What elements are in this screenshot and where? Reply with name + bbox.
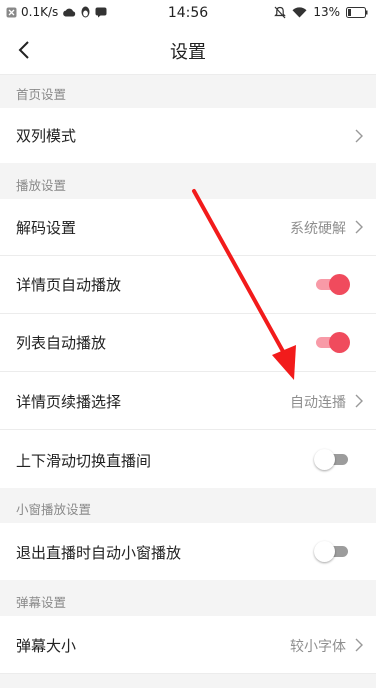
- row-label: 退出直播时自动小窗播放: [16, 544, 182, 562]
- row-detail-continue[interactable]: 详情页续播选择 自动连播: [0, 372, 376, 429]
- row-label: 详情页续播选择: [16, 393, 122, 411]
- chevron-right-icon: [355, 394, 363, 408]
- row-label: 上下滑动切换直播间: [16, 452, 152, 470]
- chevron-right-icon: [355, 129, 363, 143]
- page-title: 设置: [170, 42, 206, 63]
- mute-icon: [274, 6, 287, 19]
- exit-mini-toggle[interactable]: [314, 541, 350, 562]
- section-header-mini-window: 小窗播放设置: [0, 490, 376, 523]
- section-title: 小窗播放设置: [16, 502, 92, 517]
- row-swipe-switch: 上下滑动切换直播间: [0, 430, 376, 488]
- row-value: 自动连播: [290, 395, 346, 411]
- row-decode[interactable]: 解码设置 系统硬解: [0, 199, 376, 255]
- section-title: 播放设置: [16, 178, 67, 193]
- chevron-right-icon: [355, 638, 363, 652]
- battery-percent: 13%: [313, 5, 340, 19]
- detail-autoplay-toggle[interactable]: [314, 274, 350, 295]
- row-label: 双列模式: [16, 127, 77, 145]
- row-danmaku-size[interactable]: 弹幕大小 较小字体: [0, 616, 376, 673]
- row-value: 系统硬解: [290, 221, 346, 237]
- row-exit-mini: 退出直播时自动小窗播放: [0, 523, 376, 580]
- section-header-playback: 播放设置: [0, 166, 376, 199]
- row-detail-autoplay: 详情页自动播放: [0, 256, 376, 313]
- section-header-danmaku: 弹幕设置: [0, 583, 376, 616]
- row-label: 弹幕大小: [16, 637, 77, 655]
- nav-bar: 设置: [0, 26, 376, 75]
- row-list-autoplay: 列表自动播放: [0, 314, 376, 371]
- section-title: 弹幕设置: [16, 595, 67, 610]
- row-label: 详情页自动播放: [16, 276, 122, 294]
- row-label: 列表自动播放: [16, 334, 107, 352]
- wifi-icon: [292, 6, 307, 18]
- list-autoplay-toggle[interactable]: [314, 332, 350, 353]
- battery-icon: [346, 6, 368, 18]
- row-label: 解码设置: [16, 219, 77, 237]
- status-bar: 0.1K/s 14:56 13%: [0, 0, 376, 26]
- section-title: 首页设置: [16, 87, 67, 102]
- swipe-switch-toggle[interactable]: [314, 449, 350, 470]
- row-value: 较小字体: [290, 639, 346, 655]
- chevron-right-icon: [355, 220, 363, 234]
- divider: [0, 673, 376, 674]
- row-dual-column[interactable]: 双列模式: [0, 108, 376, 163]
- status-right: 13%: [274, 5, 368, 19]
- section-header-home: 首页设置: [0, 75, 376, 108]
